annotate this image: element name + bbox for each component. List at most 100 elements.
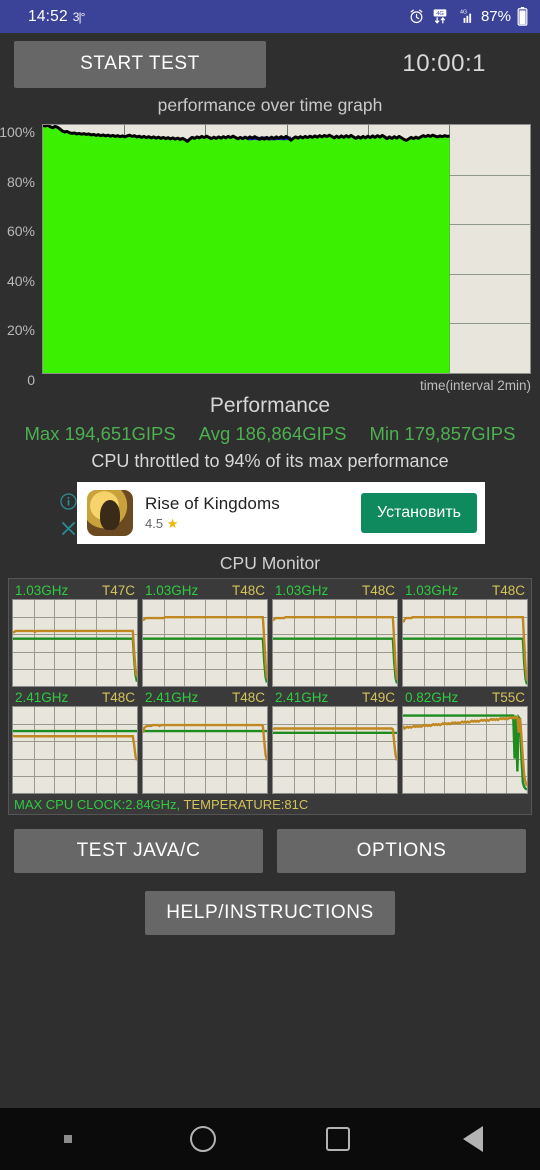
cpu-load-line	[13, 637, 137, 682]
graph-y-tick-label: 40%	[6, 272, 35, 289]
graph-series-overlay	[43, 125, 450, 373]
cpu-core-frequency: 1.03GHz	[15, 583, 69, 598]
graph-y-tick-label: 80%	[6, 173, 35, 190]
cpu-core-temperature: T48C	[101, 690, 135, 705]
cpu-core-temperature: T47C	[101, 583, 135, 598]
cpu-core-cell: 1.03GHz T48C	[142, 583, 268, 687]
back-triangle-icon[interactable]	[405, 1126, 540, 1152]
cpu-monitor-heading: CPU Monitor	[219, 553, 321, 573]
status-extra-glyph: 3|°	[72, 9, 86, 24]
cpu-core-temperature: T48C	[231, 583, 265, 598]
cpu-core-temperature: T49C	[361, 690, 395, 705]
graph-plot-area	[42, 124, 531, 374]
cpu-core-cell: 1.03GHz T48C	[402, 583, 528, 687]
ad-rating-value: 4.5	[145, 516, 164, 531]
ad-controls	[57, 492, 79, 543]
ad-install-button[interactable]: Установить	[361, 493, 477, 533]
cpu-core-header: 0.82GHz T55C	[402, 690, 528, 706]
status-bar: 14:52 3|° 4G 4G 87%	[0, 0, 540, 33]
cpu-core-cell: 2.41GHz T48C	[12, 690, 138, 794]
test-java-c-button[interactable]: TEST JAVA/C	[14, 829, 263, 873]
alarm-clock-icon	[408, 8, 425, 25]
cpu-core-temperature: T48C	[361, 583, 395, 598]
cpu-core-header: 2.41GHz T49C	[272, 690, 398, 706]
cpu-core-frequency: 2.41GHz	[145, 690, 199, 705]
clock-time: 14:52	[28, 7, 68, 25]
ad-card[interactable]: Rise of Kingdoms 4.5 ★ Установить	[77, 482, 485, 544]
cpu-core-chart	[272, 599, 398, 687]
cpu-core-cell: 1.03GHz T48C	[272, 583, 398, 687]
cpu-chart-lines	[143, 723, 267, 761]
cpu-frequency-line	[403, 715, 527, 787]
cpu-core-temperature: T48C	[491, 583, 525, 598]
help-instructions-button[interactable]: HELP/INSTRUCTIONS	[145, 891, 395, 935]
cpu-core-temperature: T55C	[491, 690, 525, 705]
cpu-load-line	[273, 637, 397, 684]
cpu-chart-lines	[403, 714, 527, 791]
info-circle-icon[interactable]	[59, 492, 78, 516]
svg-text:4G: 4G	[436, 11, 444, 17]
close-x-icon[interactable]	[59, 519, 78, 543]
performance-stats: Max 194,651GIPS Avg 186,864GIPS Min 179,…	[0, 423, 540, 445]
start-test-button[interactable]: START TEST	[14, 40, 266, 88]
cpu-core-chart	[12, 706, 138, 794]
top-toolbar: START TEST 10:00:1	[0, 33, 540, 95]
performance-heading: Performance	[209, 394, 331, 417]
cpu-core-chart	[142, 599, 268, 687]
cpu-core-header: 2.41GHz T48C	[12, 690, 138, 706]
keyboard-dot-icon[interactable]	[0, 1135, 135, 1143]
cpu-monitor-footer: MAX CPU CLOCK:2.84GHz, TEMPERATURE:81C	[12, 797, 528, 812]
graph-x-caption: time(interval 2min)	[419, 378, 531, 393]
home-circle-icon[interactable]	[135, 1126, 270, 1152]
cpu-chart-lines	[403, 616, 527, 685]
cpu-core-frequency: 2.41GHz	[275, 690, 329, 705]
star-icon: ★	[166, 516, 179, 531]
cpu-chart-lines	[13, 729, 137, 761]
svg-text:4G: 4G	[460, 10, 467, 16]
advertisement-banner[interactable]: Rise of Kingdoms 4.5 ★ Установить	[55, 482, 485, 544]
cpu-core-header: 1.03GHz T47C	[12, 583, 138, 599]
throttle-status-text: CPU throttled to 94% of its max performa…	[91, 451, 449, 471]
cpu-monitor-panel: 1.03GHz T47C 1.03GHz T48C 1.03GHz T48C 1.03GHz…	[8, 578, 532, 815]
ad-title: Rise of Kingdoms	[145, 494, 280, 513]
avg-gips-value: Avg 186,864GIPS	[198, 423, 347, 444]
cpu-core-header: 1.03GHz T48C	[272, 583, 398, 599]
android-navigation-bar	[0, 1108, 540, 1170]
cpu-core-frequency: 2.41GHz	[15, 690, 69, 705]
graph-y-tick-label: 60%	[6, 223, 35, 240]
graph-area-fill	[43, 125, 450, 373]
cpu-core-header: 1.03GHz T48C	[142, 583, 268, 599]
graph-y-tick-label: 0	[27, 372, 35, 388]
status-bar-right: 4G 4G 87%	[408, 7, 528, 26]
ad-rating: 4.5 ★	[145, 516, 280, 532]
cpu-core-cell: 1.03GHz T47C	[12, 583, 138, 687]
status-bar-left: 14:52 3|°	[28, 7, 86, 26]
cpu-load-line	[143, 637, 267, 683]
cpu-core-chart	[12, 599, 138, 687]
cpu-core-cell: 2.41GHz T49C	[272, 690, 398, 794]
performance-graph: 100% 80% 60% 40% 20% 0 time(interval 2min)	[0, 116, 540, 393]
countdown-timer: 10:00:1	[402, 50, 486, 77]
help-button-row: HELP/INSTRUCTIONS	[0, 891, 540, 935]
cpu-frequency-line	[403, 616, 527, 681]
cpu-core-frequency: 1.03GHz	[275, 583, 329, 598]
ad-text-block: Rise of Kingdoms 4.5 ★	[145, 494, 280, 532]
cpu-core-chart	[272, 706, 398, 794]
cpu-chart-lines	[273, 616, 397, 684]
temperature-label: TEMPERATURE:81C	[183, 797, 309, 812]
cpu-core-grid: 1.03GHz T47C 1.03GHz T48C 1.03GHz T48C 1.03GHz…	[12, 583, 528, 794]
battery-percent-label: 87%	[480, 8, 511, 25]
cpu-core-chart	[402, 599, 528, 687]
recents-square-icon[interactable]	[270, 1127, 405, 1151]
cpu-core-temperature: T48C	[231, 690, 265, 705]
graph-y-tick-label: 20%	[6, 322, 35, 339]
cpu-frequency-line	[273, 616, 397, 681]
cpu-core-header: 1.03GHz T48C	[402, 583, 528, 599]
rise-of-kingdoms-app-icon	[87, 490, 133, 536]
graph-y-tick-label: 100%	[0, 124, 35, 140]
cpu-core-cell: 2.41GHz T48C	[142, 690, 268, 794]
cpu-core-header: 2.41GHz T48C	[142, 690, 268, 706]
action-button-row: TEST JAVA/C OPTIONS	[0, 829, 540, 873]
options-button[interactable]: OPTIONS	[277, 829, 526, 873]
max-gips-value: Max 194,651GIPS	[24, 423, 176, 444]
